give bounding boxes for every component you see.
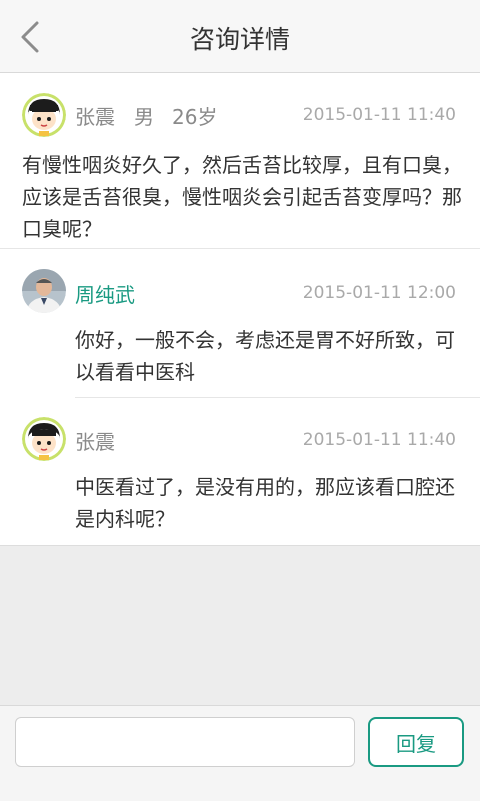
patient-avatar xyxy=(22,417,66,461)
consultation-thread: 张震 男 26岁 2015-01-11 11:40 有慢性咽炎好久了，然后舌苔比… xyxy=(0,73,480,546)
top-bar: 咨询详情 xyxy=(0,0,480,73)
patient-age: 26岁 xyxy=(172,105,218,129)
reply-input[interactable] xyxy=(15,717,355,767)
patient-avatar xyxy=(22,93,66,137)
question-time: 2015-01-11 11:40 xyxy=(302,105,456,125)
doctor-name: 周纯武 xyxy=(75,283,135,307)
reply-text: 你好，一般不会，考虑还是胃不好所致，可以看看中医科 xyxy=(75,328,455,384)
reply-time: 2015-01-11 11:40 xyxy=(302,430,456,450)
reply-bar: 回复 xyxy=(0,705,480,801)
patient-name: 张震 xyxy=(75,430,115,454)
patient-gender: 男 xyxy=(134,105,154,129)
girl-avatar-icon xyxy=(22,417,66,461)
patient-name: 张震 xyxy=(75,105,115,129)
reply-text: 中医看过了，是没有用的，那应该看口腔还是内科呢？ xyxy=(75,475,455,531)
reply-time: 2015-01-11 12:00 xyxy=(302,283,456,303)
doctor-photo-icon xyxy=(22,269,66,313)
girl-avatar-icon xyxy=(22,93,66,137)
divider xyxy=(75,397,480,398)
question-text: 有慢性咽炎好久了，然后舌苔比较厚，且有口臭，应该是舌苔很臭，慢性咽炎会引起舌苔变… xyxy=(22,153,462,241)
reply-button[interactable]: 回复 xyxy=(368,717,464,767)
page-title: 咨询详情 xyxy=(189,25,290,54)
doctor-avatar xyxy=(22,269,66,313)
divider xyxy=(0,248,480,249)
